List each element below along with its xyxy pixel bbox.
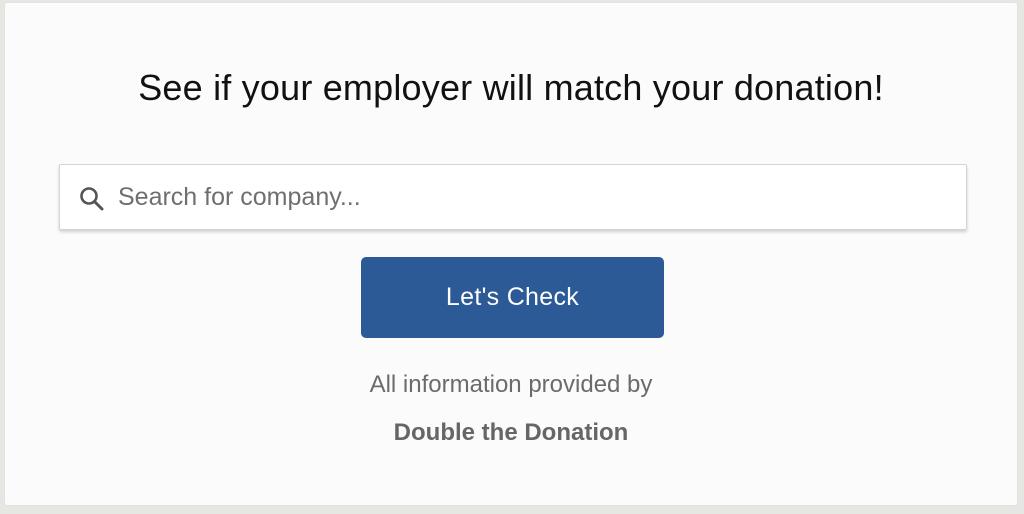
- company-search-box[interactable]: [59, 164, 967, 230]
- lets-check-button[interactable]: Let's Check: [361, 257, 664, 338]
- matching-gift-widget: See if your employer will match your don…: [4, 2, 1018, 506]
- search-icon: [78, 185, 106, 213]
- search-input[interactable]: [118, 165, 958, 229]
- page-title: See if your employer will match your don…: [138, 67, 884, 108]
- attribution-text: All information provided by: [369, 371, 653, 398]
- provider-name: Double the Donation: [393, 419, 629, 446]
